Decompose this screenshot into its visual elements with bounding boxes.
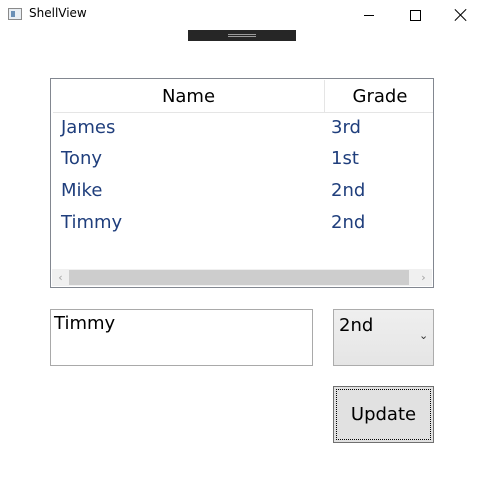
chevron-down-icon: ⌄: [419, 329, 429, 342]
listview-header: Name Grade: [53, 80, 433, 113]
cell-grade: 2nd: [331, 180, 366, 201]
list-row[interactable]: James 3rd: [53, 112, 433, 143]
cell-name: Timmy: [61, 212, 123, 233]
app-icon: [8, 8, 22, 20]
grade-dropdown[interactable]: 2nd ⌄: [333, 309, 434, 366]
name-input[interactable]: Timmy: [50, 309, 313, 366]
list-row[interactable]: Tony 1st: [53, 143, 433, 174]
minimize-button[interactable]: [346, 0, 392, 30]
window-title: ShellView: [29, 6, 87, 20]
scrollbar-thumb[interactable]: [69, 270, 409, 285]
scroll-right-icon[interactable]: ›: [415, 269, 432, 286]
cell-grade: 1st: [331, 148, 359, 169]
title-bar[interactable]: ShellView: [0, 0, 484, 30]
list-row[interactable]: Mike 2nd: [53, 175, 433, 206]
cell-name: Tony: [61, 148, 103, 169]
close-icon: [455, 9, 467, 21]
list-row[interactable]: Timmy 2nd: [53, 207, 433, 238]
drag-handle[interactable]: [188, 30, 296, 41]
scroll-left-icon[interactable]: ‹: [52, 269, 69, 286]
cell-grade: 3rd: [331, 117, 361, 138]
update-button[interactable]: Update: [333, 386, 434, 443]
update-button-label: Update: [350, 404, 417, 425]
column-header-name[interactable]: Name: [53, 80, 325, 112]
cell-name: James: [61, 117, 116, 138]
minimize-icon: [364, 14, 374, 16]
maximize-icon: [409, 9, 421, 21]
maximize-button[interactable]: [392, 0, 438, 30]
grade-dropdown-value: 2nd: [339, 315, 374, 336]
close-button[interactable]: [438, 0, 484, 30]
cell-grade: 2nd: [331, 212, 366, 233]
horizontal-scrollbar[interactable]: ‹ ›: [52, 269, 432, 286]
column-header-grade[interactable]: Grade: [325, 80, 435, 112]
cell-name: Mike: [61, 180, 103, 201]
students-listview[interactable]: Name Grade James 3rd Tony 1st Mike 2nd T…: [50, 78, 434, 288]
